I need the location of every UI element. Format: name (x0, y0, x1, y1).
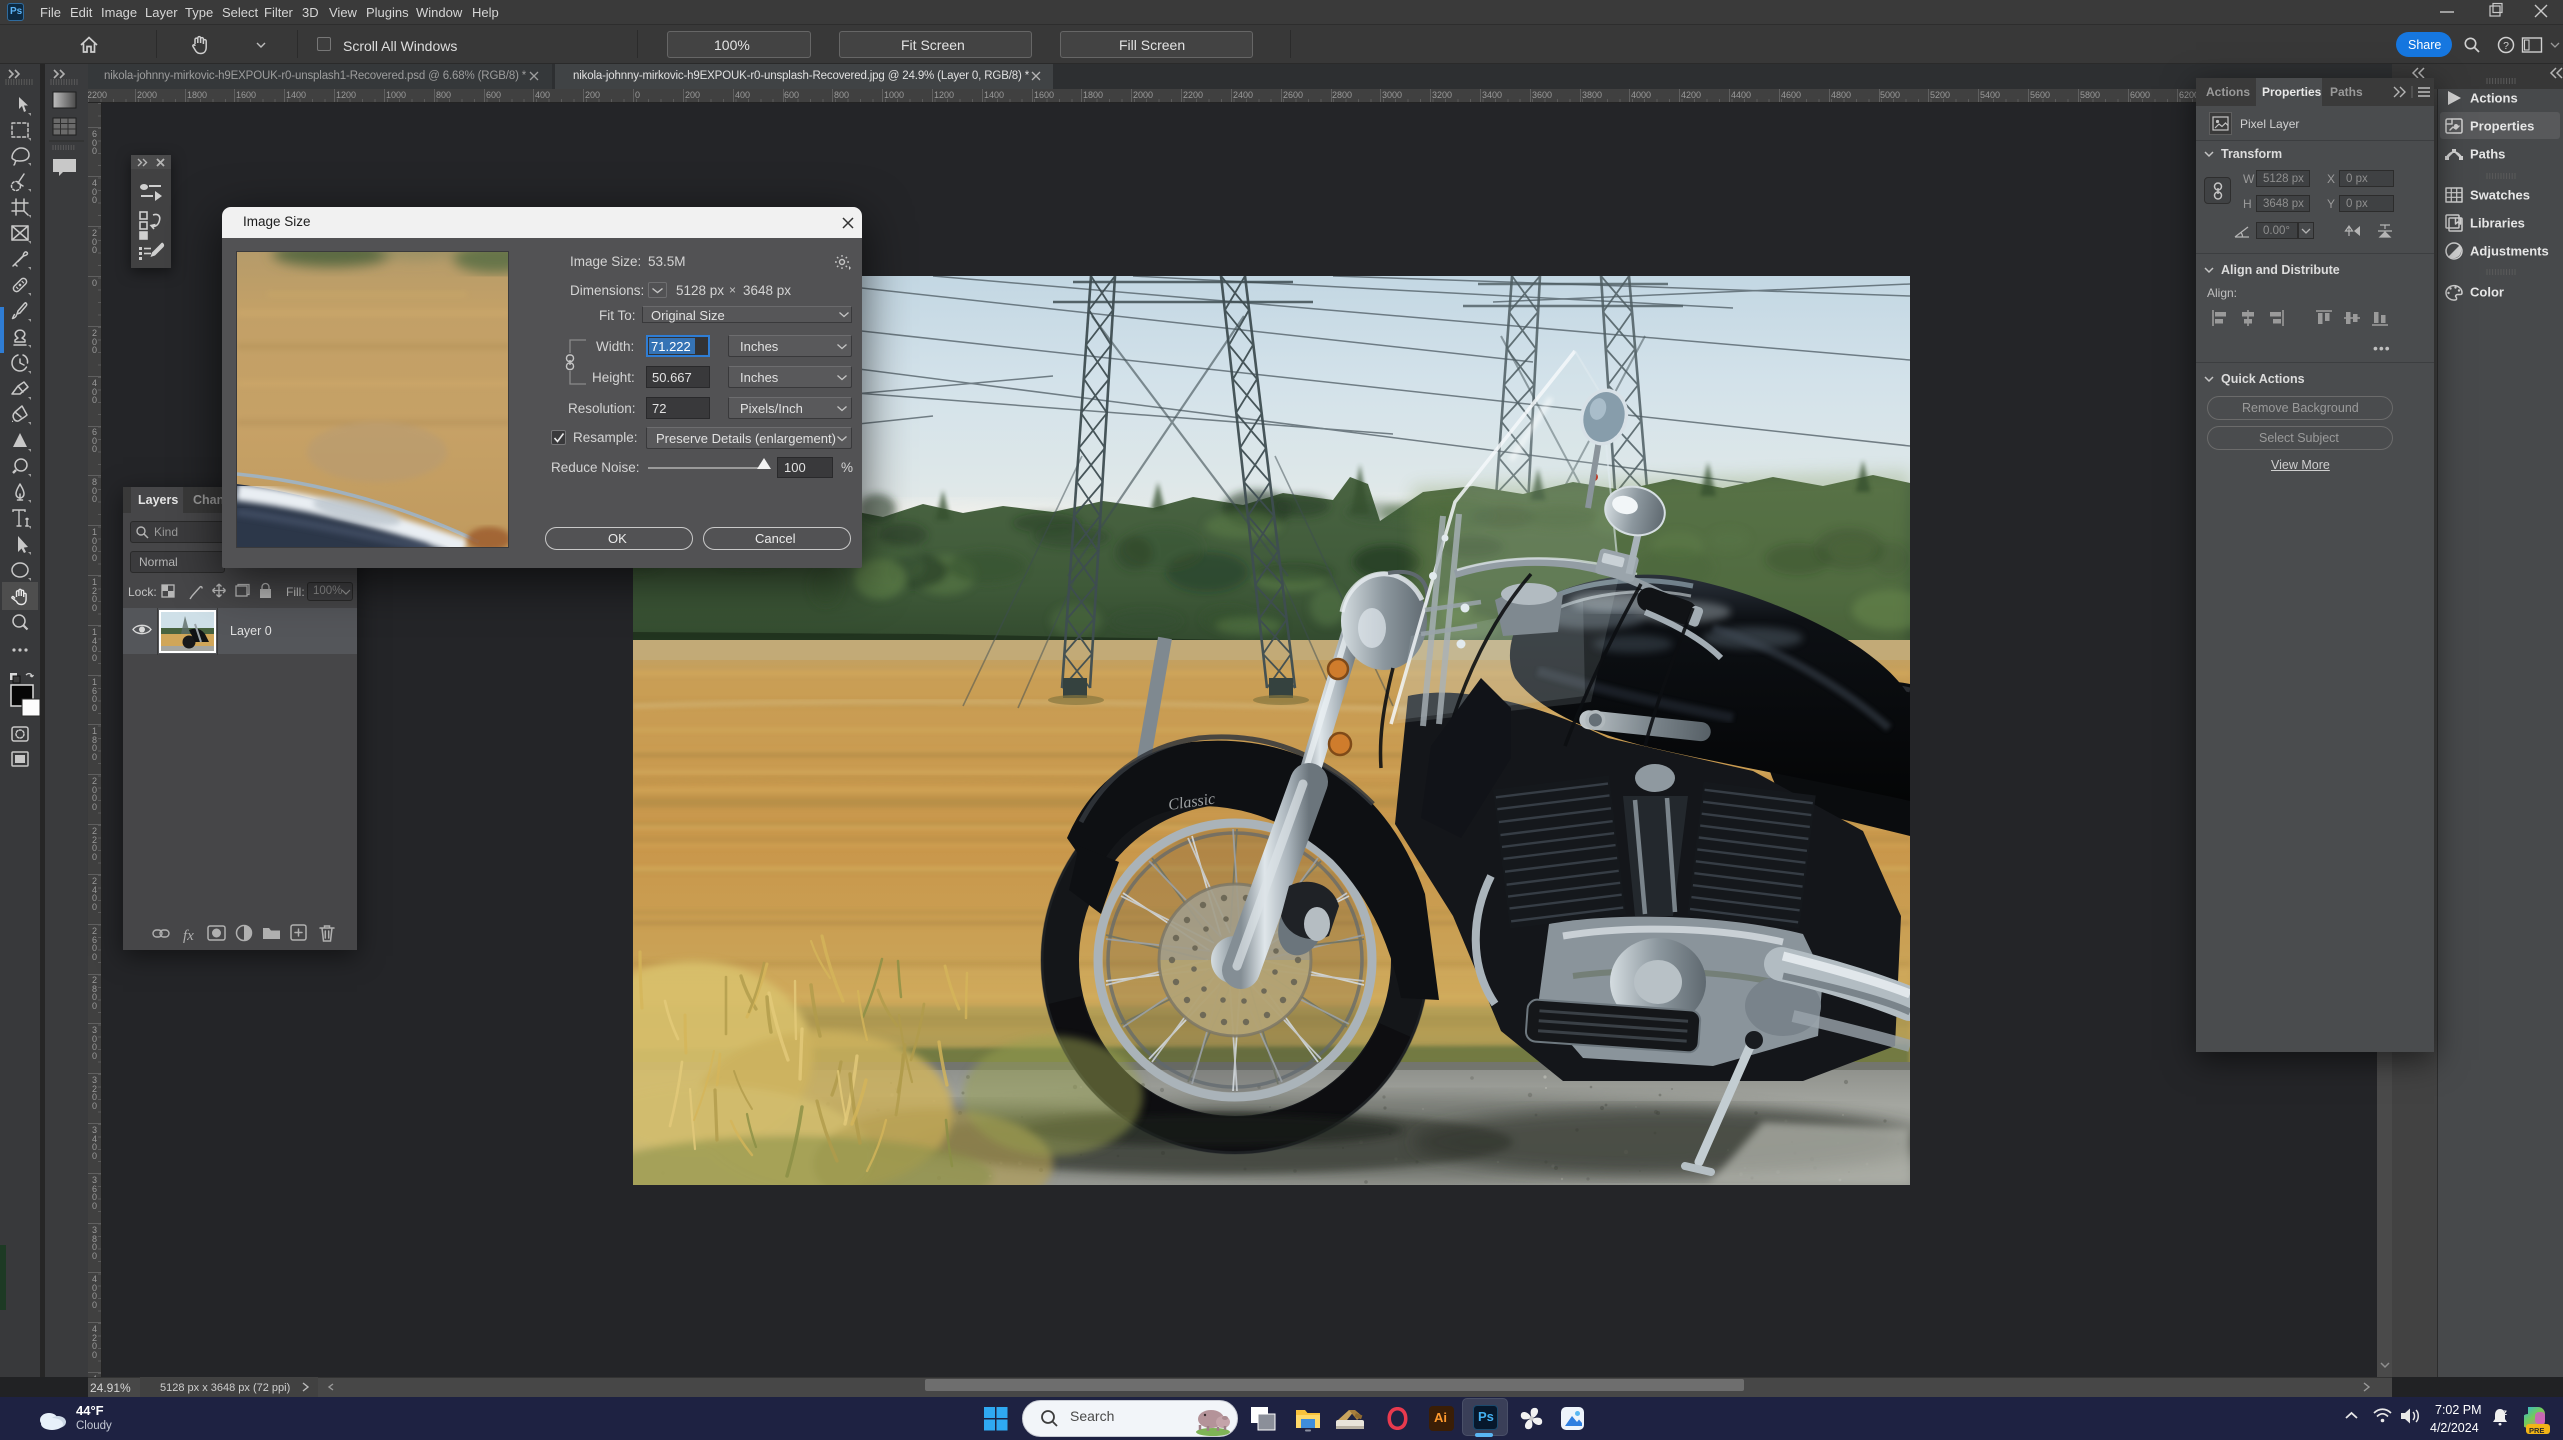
svg-text:Color: Color (2470, 285, 2504, 300)
svg-text:?: ? (2503, 40, 2509, 52)
svg-text:Adjustments: Adjustments (2470, 244, 2549, 259)
svg-text:Paths: Paths (2470, 147, 2505, 162)
svg-text:Swatches: Swatches (2470, 188, 2530, 203)
svg-text:z: z (2503, 1408, 2507, 1417)
svg-text:Libraries: Libraries (2470, 216, 2525, 231)
svg-text:fx: fx (183, 928, 194, 944)
svg-text:Properties: Properties (2470, 119, 2534, 134)
svg-text:Actions: Actions (2470, 91, 2518, 106)
